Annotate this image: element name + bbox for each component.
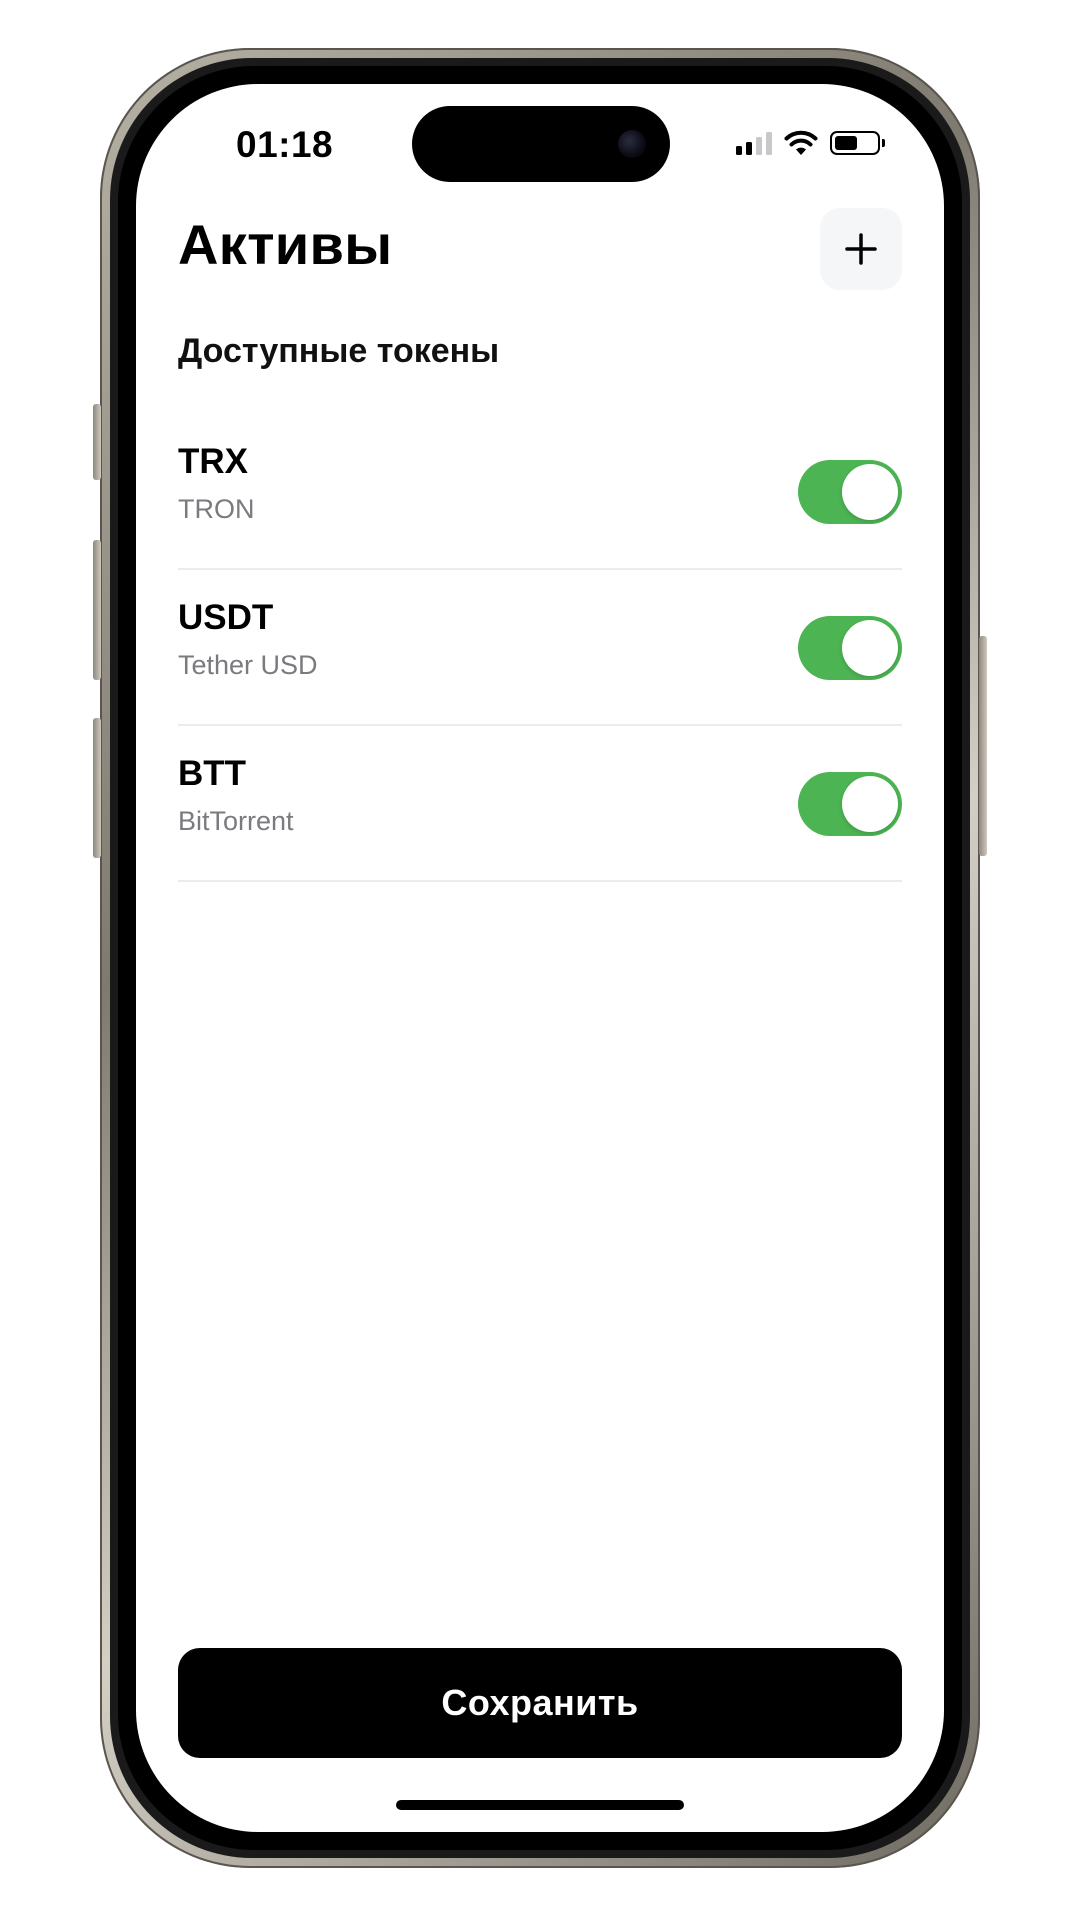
- status-time: 01:18: [236, 124, 334, 165]
- dynamic-island: [412, 106, 670, 182]
- home-indicator[interactable]: [396, 1800, 684, 1810]
- token-symbol: BTT: [178, 754, 247, 793]
- page-title: Активы: [178, 213, 393, 276]
- cellular-signal-icon: [736, 131, 772, 155]
- token-row-usdt: USDT Tether USD: [178, 570, 902, 726]
- toggle-knob: [842, 620, 898, 676]
- battery-icon: [830, 131, 885, 155]
- status-icons: [736, 130, 885, 156]
- device-mockup: 01:18 Активы Доступные токены TRX TRON U…: [0, 0, 1080, 1920]
- token-row-trx: TRX TRON: [178, 414, 902, 570]
- volume-down-button: [93, 718, 101, 858]
- token-symbol: TRX: [178, 442, 248, 481]
- volume-up-button: [93, 540, 101, 680]
- token-name: BitTorrent: [178, 806, 294, 836]
- front-camera-icon: [618, 130, 646, 158]
- toggle-knob: [842, 464, 898, 520]
- token-row-btt: BTT BitTorrent: [178, 726, 902, 882]
- token-symbol: USDT: [178, 598, 274, 637]
- add-token-button[interactable]: [820, 208, 902, 290]
- plus-icon: [845, 233, 877, 265]
- token-toggle-usdt[interactable]: [798, 616, 902, 680]
- wifi-icon: [784, 130, 818, 155]
- section-title: Доступные токены: [178, 332, 500, 370]
- power-button: [979, 636, 987, 856]
- toggle-knob: [842, 776, 898, 832]
- token-toggle-trx[interactable]: [798, 460, 902, 524]
- action-button: [93, 404, 101, 480]
- token-name: Tether USD: [178, 650, 318, 680]
- token-list: TRX TRON USDT Tether USD BTT BitTorrent: [178, 414, 902, 882]
- save-button[interactable]: Сохранить: [178, 1648, 902, 1758]
- token-toggle-btt[interactable]: [798, 772, 902, 836]
- app-screen: 01:18 Активы Доступные токены TRX TRON U…: [136, 84, 944, 1832]
- token-name: TRON: [178, 494, 255, 524]
